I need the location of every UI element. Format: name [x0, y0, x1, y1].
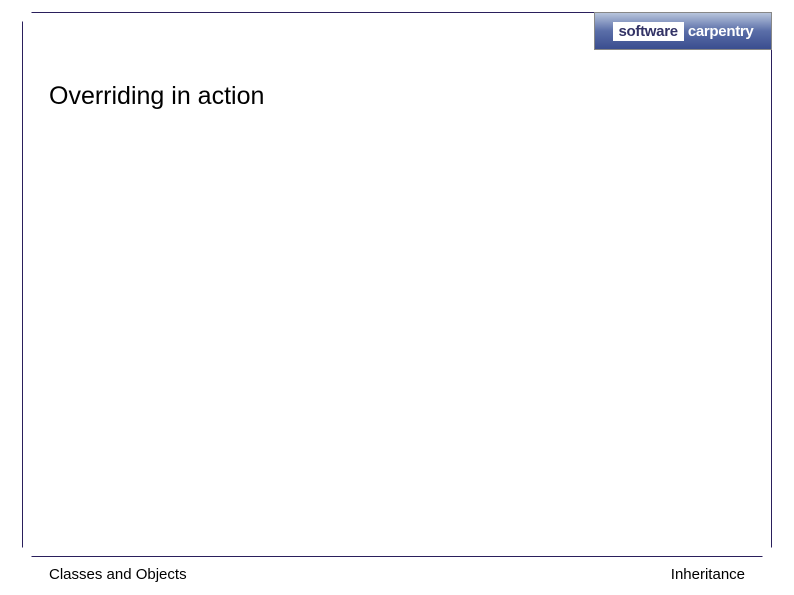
slide-title: Overriding in action: [49, 82, 264, 111]
footer-left: Classes and Objects: [49, 566, 187, 583]
corner-notch: [760, 545, 774, 559]
corner-notch: [20, 10, 34, 24]
logo-text-carpentry: carpentry: [688, 23, 754, 40]
corner-notch: [20, 545, 34, 559]
logo-text-software: software: [613, 22, 684, 41]
footer-right: Inheritance: [671, 566, 745, 583]
logo: software carpentry: [594, 12, 772, 50]
